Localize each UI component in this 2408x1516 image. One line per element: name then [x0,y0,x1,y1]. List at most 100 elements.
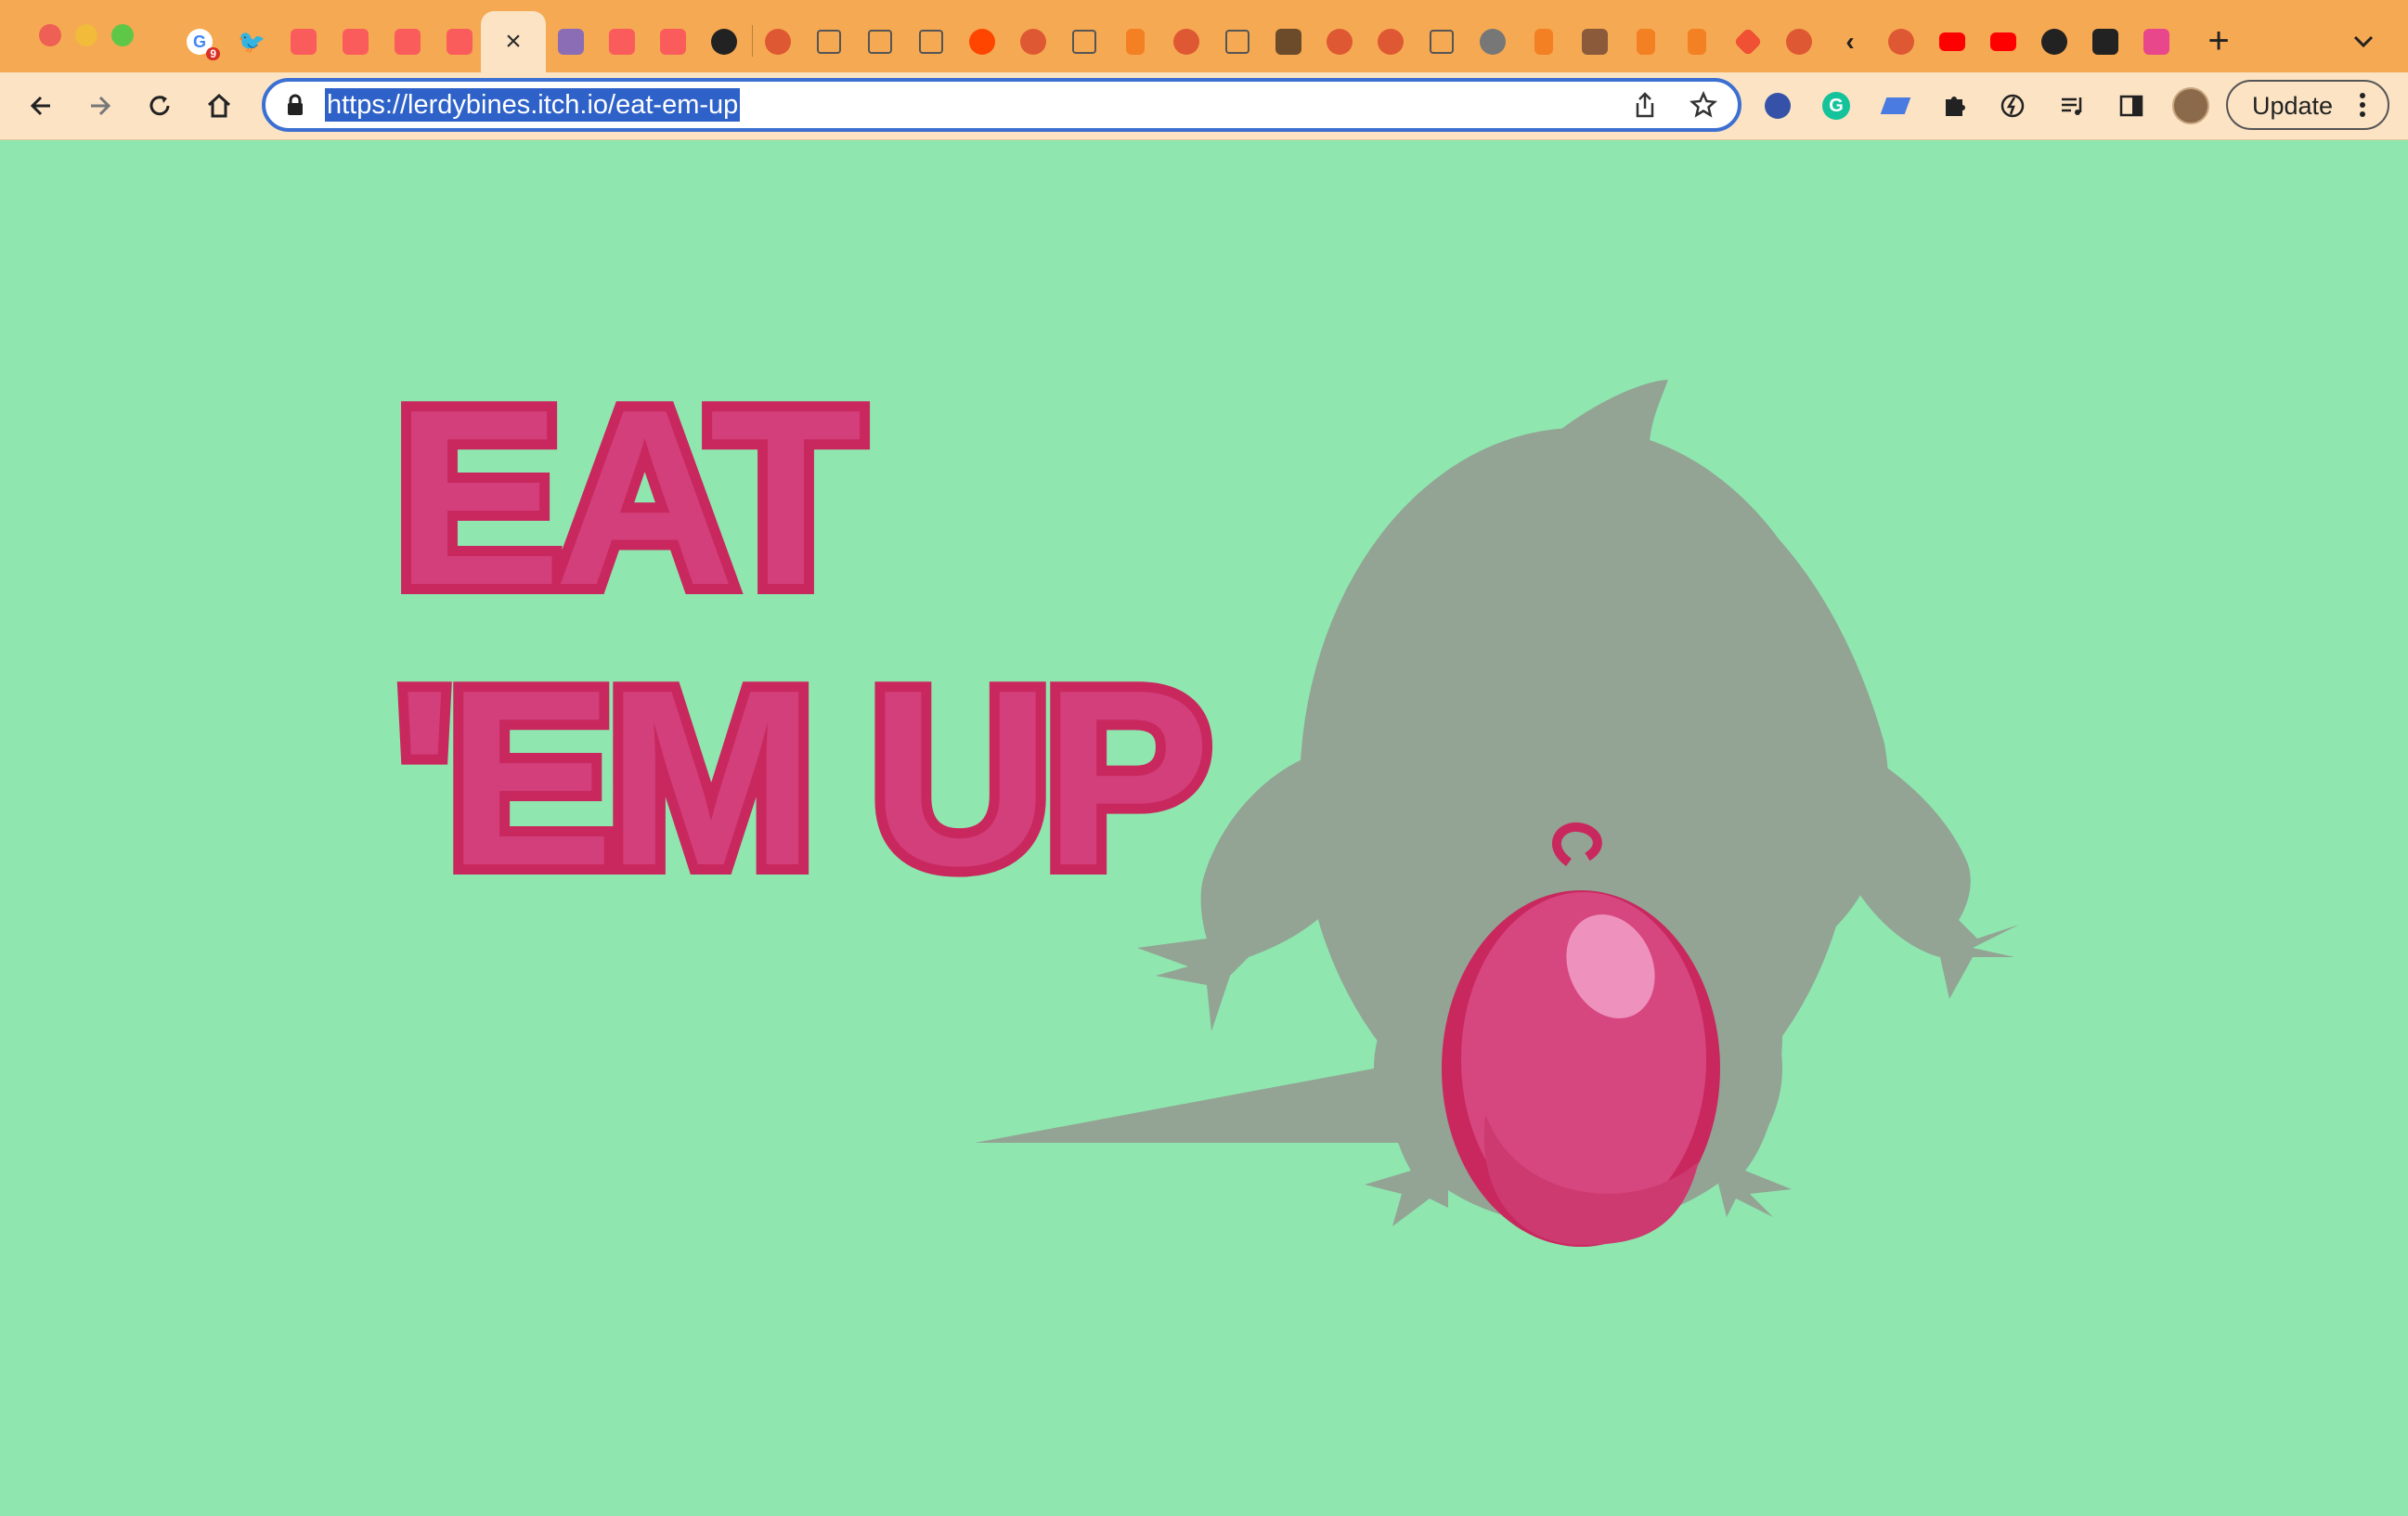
bookmark-button[interactable] [1686,87,1721,123]
more-vertical-icon[interactable] [2358,91,2367,119]
tab-stackoverflow-4[interactable] [1678,19,1715,65]
itch-icon [395,29,421,55]
tab-app-2[interactable] [2138,19,2175,65]
tab-unity-1[interactable] [810,19,848,65]
duckduckgo-icon [1327,29,1353,55]
tab-google[interactable]: G 9 [181,19,220,65]
puzzle-icon [1946,97,1965,116]
side-panel-icon [2119,95,2143,117]
tab-stackoverflow-2[interactable] [1525,19,1562,65]
game-icon [558,29,584,55]
tab-duckduckgo-2[interactable] [1015,19,1052,65]
forward-button[interactable] [78,84,123,128]
performance-button[interactable] [1994,87,2031,124]
lock-icon[interactable] [286,94,304,116]
app-icon [2143,29,2169,55]
github-icon [711,29,737,55]
itch-icon [343,29,369,55]
tab-duckduckgo-4[interactable] [1321,19,1358,65]
window-close-button[interactable] [39,24,61,46]
address-bar[interactable]: https://lerdybines.itch.io/eat-em-up [262,78,1741,132]
tab-duckduckgo-1[interactable] [759,19,796,65]
title-line-2: 'EM UP [395,639,1204,918]
stackoverflow-icon [1688,29,1706,55]
page-content: EAT 'EM UP [0,140,2408,1511]
stackoverflow-icon [1126,29,1145,55]
tab-youtube-2[interactable] [1985,19,2022,65]
unity-icon [817,30,841,54]
tab-youtube-1[interactable] [1934,19,1971,65]
tab-git[interactable] [1729,19,1767,65]
browser-toolbar: https://lerdybines.itch.io/eat-em-up G U… [0,72,2408,140]
share-button[interactable] [1627,87,1663,123]
twitter-icon: 🐦 [238,29,265,55]
tab-blocks[interactable] [1576,19,1613,65]
url-text[interactable]: https://lerdybines.itch.io/eat-em-up [325,88,741,122]
game-title-logo: EAT 'EM UP [384,348,1222,928]
tab-code[interactable]: ‹ [1832,19,1869,65]
reload-button[interactable] [137,84,182,128]
tab-duckduckgo-7[interactable] [1883,19,1920,65]
tab-unity-6[interactable] [1423,19,1460,65]
extensions-button[interactable] [1935,87,1973,124]
extension-graduation[interactable] [1877,87,1914,124]
update-button[interactable]: Update [2226,80,2389,130]
back-button[interactable] [19,84,63,128]
tab-active[interactable]: × [481,11,546,72]
new-tab-button[interactable]: + [2200,20,2237,61]
duckduckgo-icon [1020,29,1046,55]
tab-duckduckgo-5[interactable] [1372,19,1409,65]
itch-icon [447,29,473,55]
tab-itch-4[interactable] [441,19,478,65]
tab-itch-5[interactable] [603,19,641,65]
reload-icon [149,96,170,116]
tab-stackoverflow-3[interactable] [1627,19,1664,65]
profile-button[interactable] [2172,87,2209,124]
tab-itch-6[interactable] [654,19,692,65]
chevron-down-icon[interactable] [2347,24,2380,58]
tab-game[interactable] [552,19,589,65]
tab-stackoverflow-1[interactable] [1117,19,1154,65]
youtube-icon [1939,32,1965,51]
globe-icon [1480,29,1506,55]
window-maximize-button[interactable] [111,24,134,46]
tab-itch-3[interactable] [389,19,426,65]
tab-duckduckgo-6[interactable] [1780,19,1818,65]
grammarly-icon: G [1822,92,1850,120]
earth-icon [1765,93,1791,119]
tab-unity-3[interactable] [913,19,950,65]
home-icon [207,93,231,118]
side-panel-button[interactable] [2113,87,2150,124]
home-button[interactable] [197,84,241,128]
github-icon [2041,29,2067,55]
stackoverflow-icon [1637,29,1655,55]
tab-globe[interactable] [1474,19,1511,65]
tab-unity-2[interactable] [861,19,899,65]
music-queue-icon [2062,97,2082,115]
tab-unity-4[interactable] [1066,19,1103,65]
extension-grammarly[interactable]: G [1818,87,1855,124]
arrow-right-icon [91,96,111,116]
stackoverflow-icon [1534,29,1553,55]
tab-reddit[interactable] [964,19,1001,65]
tab-twitter[interactable]: 🐦 [233,19,270,65]
share-icon [1636,92,1654,118]
duckduckgo-icon [765,29,791,55]
duckduckgo-icon [1888,29,1914,55]
youtube-icon [1990,32,2016,51]
tab-duckduckgo-3[interactable] [1168,19,1205,65]
tab-itch-1[interactable] [285,19,322,65]
extension-earth[interactable] [1759,87,1796,124]
notification-badge: 9 [206,47,220,60]
tab-app-1[interactable] [1270,19,1307,65]
tab-unity-5[interactable] [1219,19,1256,65]
close-tab-icon[interactable]: × [505,28,522,56]
tab-github-2[interactable] [2036,19,2073,65]
reddit-icon [969,29,995,55]
tab-itch-2[interactable] [337,19,374,65]
media-control-button[interactable] [2053,87,2091,124]
tab-itch-dev[interactable] [2087,19,2124,65]
window-minimize-button[interactable] [75,24,97,46]
tab-github[interactable] [706,19,743,65]
game-cover-art: EAT 'EM UP [384,348,2019,1247]
